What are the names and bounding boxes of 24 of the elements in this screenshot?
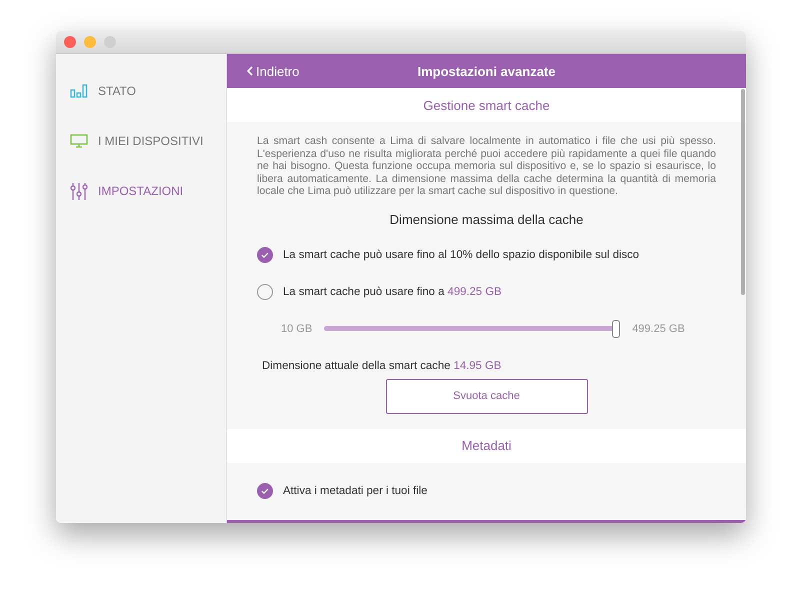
checkbox[interactable] <box>257 482 273 499</box>
page-title: Impostazioni avanzate <box>418 64 556 78</box>
slider-max-label: 499.25 GB <box>632 322 685 335</box>
radio-button[interactable] <box>257 284 273 300</box>
radio-button[interactable] <box>257 246 273 263</box>
slider-handle[interactable] <box>612 320 620 338</box>
sidebar-item[interactable]: STATO <box>56 66 226 116</box>
sidebar-item[interactable]: IMPOSTAZIONI <box>56 166 226 216</box>
cache-size-slider[interactable] <box>324 320 620 338</box>
clear-cache-button[interactable]: Svuota cache <box>386 378 588 414</box>
minimize-button[interactable] <box>84 36 96 48</box>
close-button[interactable] <box>64 36 76 48</box>
zoom-button[interactable] <box>104 36 116 48</box>
scrollbar[interactable] <box>741 89 745 295</box>
slider-min-label: 10 GB <box>281 322 312 335</box>
current-cache-size: Dimensione attuale della smart cache 14.95 GB <box>262 360 502 372</box>
section-header: Gestione smart cache <box>227 88 746 122</box>
description-text: La smart cash consente a Lima di salvare localmente in automatico i file che usi più spesso. L'esperienza d'uso ne risulta migliorata perché puoi accedere più rapidamente a quei file quando ne hai bisogno. Questa funzione occupa memoria sul dispositivo e, se lo spazio si esaurisce, lo libera automaticamente. La dimensione massima della cache determina la quantità di memoria locale che Lima può utilizzare per la smart cache sul dispositivo in questione. <box>257 135 716 198</box>
section-subtitle: Dimensione massima della cache <box>388 212 584 227</box>
chevron-left-icon <box>247 66 253 76</box>
section-header: Metadati <box>227 428 746 463</box>
back-button[interactable]: Indietro <box>227 64 300 78</box>
checkbox-option[interactable]: Attiva i metadati per i tuoi file <box>257 480 428 501</box>
sidebar-item[interactable]: I MIEI DISPOSITIVI <box>56 116 226 166</box>
